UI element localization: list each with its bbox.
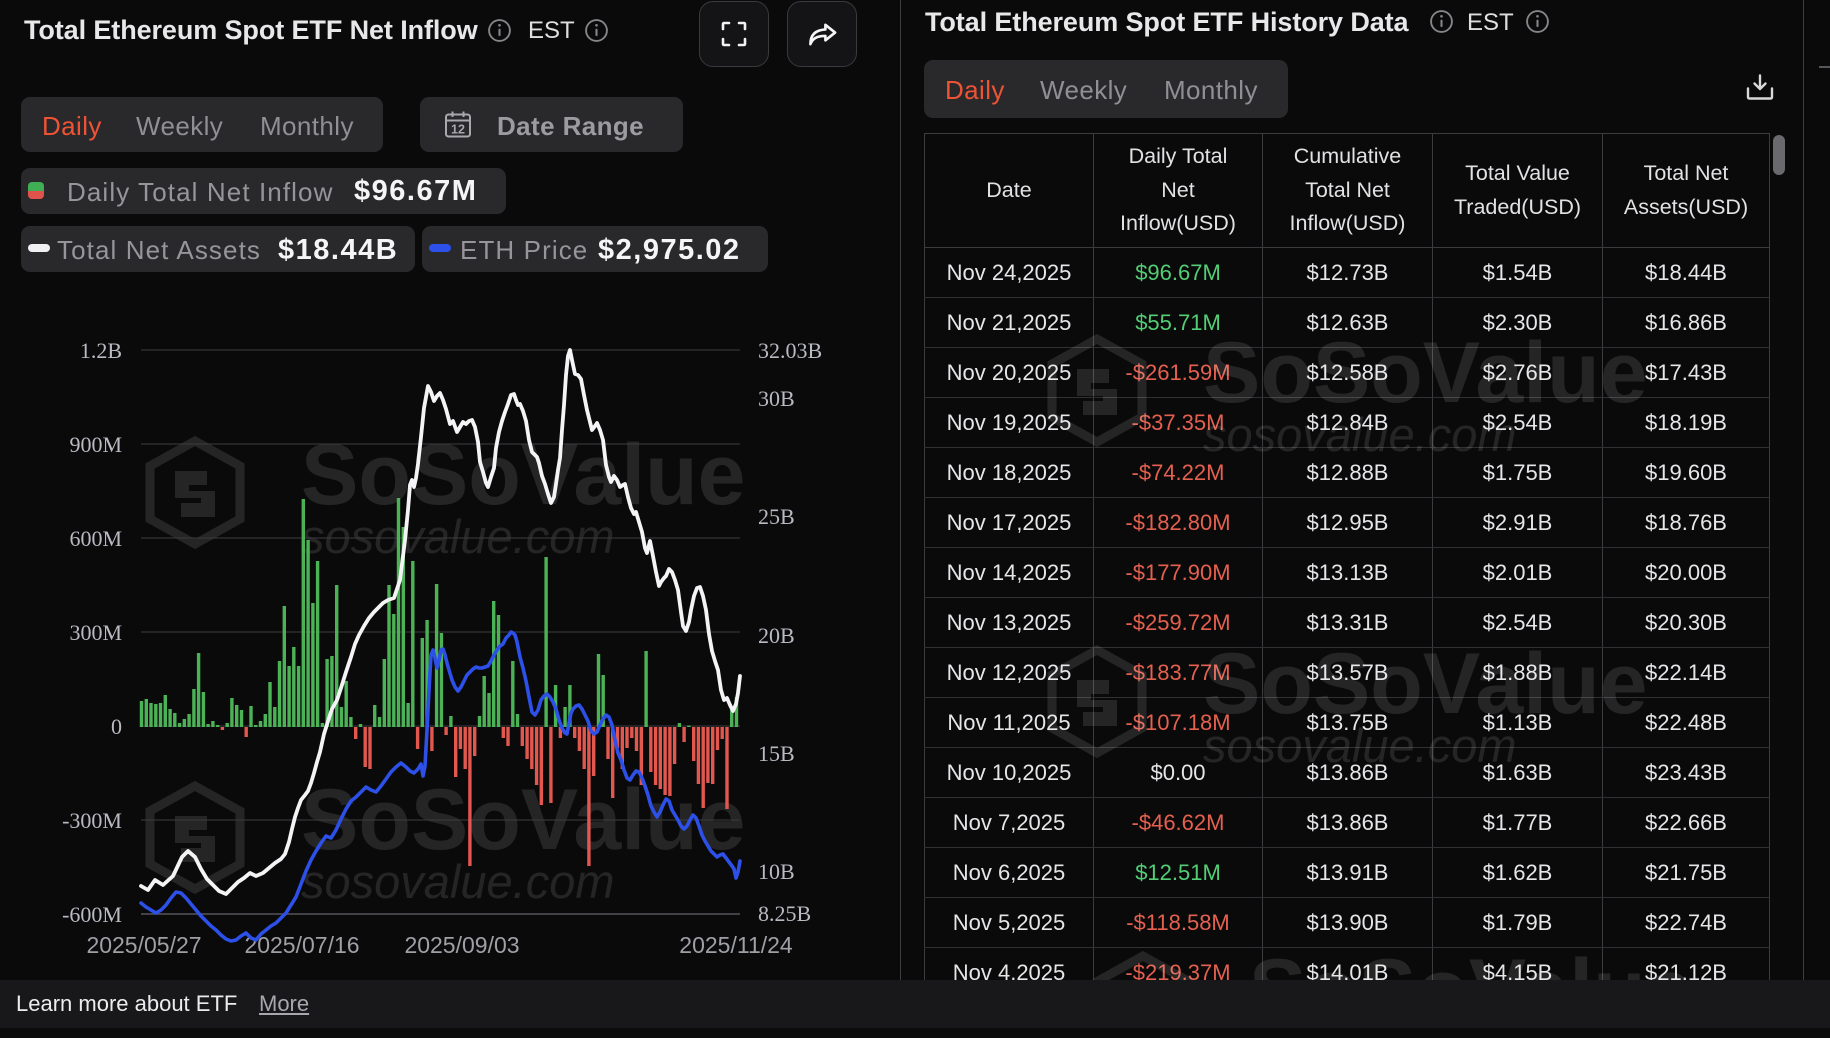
svg-text:sosovalue.com: sosovalue.com <box>301 855 615 908</box>
svg-text:-600M: -600M <box>62 902 122 927</box>
svg-text:15B: 15B <box>758 741 795 766</box>
svg-text:32.03B: 32.03B <box>758 338 822 363</box>
svg-text:8.25B: 8.25B <box>758 901 811 926</box>
svg-text:20B: 20B <box>758 623 795 648</box>
svg-text:900M: 900M <box>69 432 122 457</box>
svg-text:2025/11/24: 2025/11/24 <box>679 932 793 958</box>
svg-text:2025/09/03: 2025/09/03 <box>404 932 519 958</box>
svg-text:300M: 300M <box>69 620 122 645</box>
svg-text:SoSoValue: SoSoValue <box>301 427 746 523</box>
svg-text:600M: 600M <box>69 526 122 551</box>
svg-text:1.2B: 1.2B <box>80 338 122 363</box>
svg-text:10B: 10B <box>758 859 795 884</box>
svg-text:0: 0 <box>111 714 122 739</box>
svg-text:12: 12 <box>451 123 465 137</box>
svg-text:sosovalue.com: sosovalue.com <box>301 510 615 563</box>
svg-text:-300M: -300M <box>62 808 122 833</box>
svg-text:25B: 25B <box>758 504 795 529</box>
svg-text:30B: 30B <box>758 386 795 411</box>
svg-text:2025/05/27: 2025/05/27 <box>86 932 201 958</box>
